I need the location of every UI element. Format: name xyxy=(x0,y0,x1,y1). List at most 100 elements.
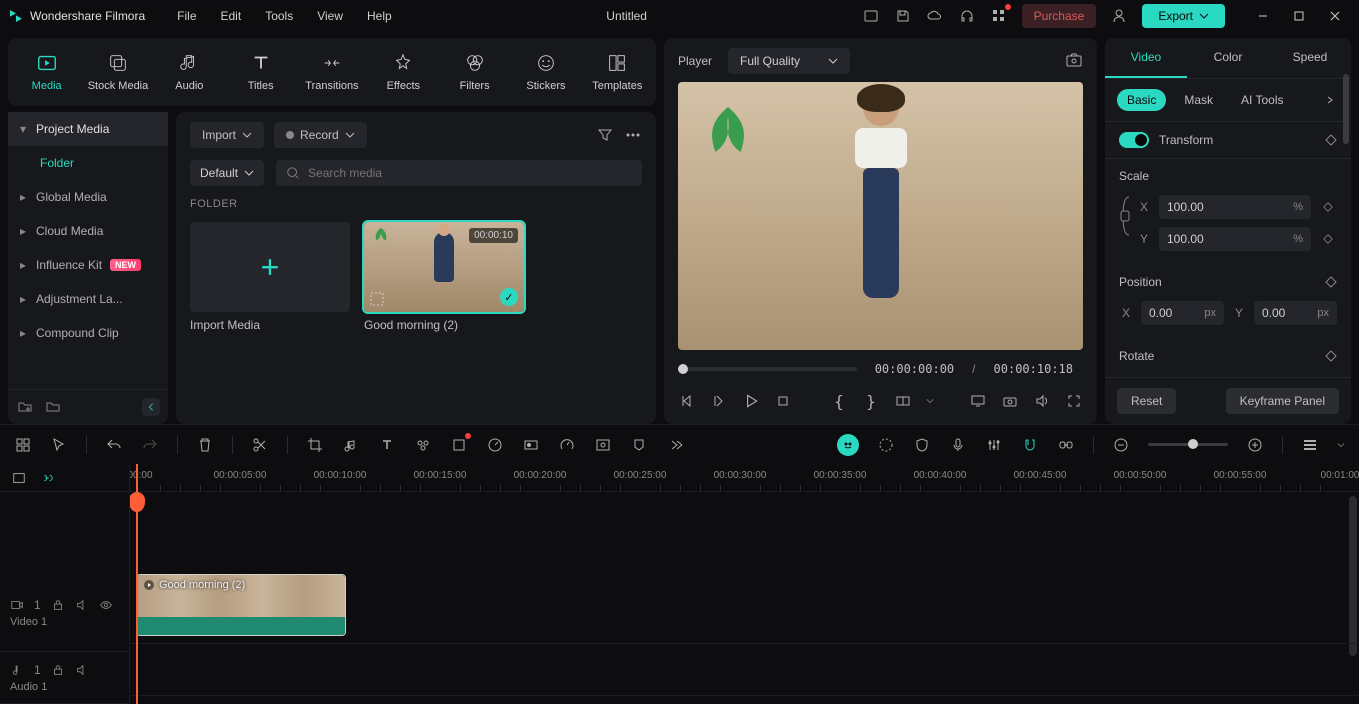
keyframe-diamond-icon[interactable] xyxy=(1325,134,1337,146)
sidebar-adjustment-layer[interactable]: ▸Adjustment La... xyxy=(8,282,168,316)
playhead[interactable] xyxy=(136,464,138,704)
keyframe-panel-button[interactable]: Keyframe Panel xyxy=(1226,388,1339,414)
position-x-input[interactable] xyxy=(1149,306,1200,320)
delete-icon[interactable] xyxy=(196,436,214,454)
more-tools-icon[interactable] xyxy=(666,436,684,454)
audio-track-header[interactable]: 1 Audio 1 xyxy=(0,652,129,704)
sidebar-compound-clip[interactable]: ▸Compound Clip xyxy=(8,316,168,350)
play-icon[interactable] xyxy=(742,392,760,410)
collapse-sidebar-icon[interactable] xyxy=(142,398,160,416)
more-icon[interactable] xyxy=(624,126,642,144)
subtab-mask[interactable]: Mask xyxy=(1174,89,1223,111)
snapshot-icon[interactable] xyxy=(1065,52,1083,70)
camera-icon[interactable] xyxy=(1001,392,1019,410)
new-folder-icon[interactable] xyxy=(16,398,34,416)
sidebar-project-media[interactable]: ▾Project Media xyxy=(8,112,168,146)
maximize-button[interactable] xyxy=(1283,2,1315,30)
tab-video[interactable]: Video xyxy=(1105,38,1187,78)
account-icon[interactable] xyxy=(1110,7,1128,25)
tab-speed[interactable]: Speed xyxy=(1269,38,1351,78)
inspector-scrollbar[interactable] xyxy=(1343,74,1349,144)
tab-stock-media[interactable]: Stock Media xyxy=(83,46,152,98)
undo-icon[interactable] xyxy=(105,436,123,454)
position-y-input[interactable] xyxy=(1262,306,1313,320)
track-size-icon[interactable] xyxy=(1301,436,1319,454)
speedometer-icon[interactable] xyxy=(558,436,576,454)
export-button[interactable]: Export xyxy=(1142,4,1225,28)
step-back-icon[interactable] xyxy=(710,392,728,410)
scale-x-input[interactable] xyxy=(1167,200,1289,214)
video-track-lane[interactable]: Good morning (2) xyxy=(130,566,1359,644)
subtabs-more-icon[interactable] xyxy=(1321,91,1339,109)
menu-tools[interactable]: Tools xyxy=(265,9,293,23)
position-x-input-wrap[interactable]: px xyxy=(1141,301,1224,325)
text-icon[interactable] xyxy=(378,436,396,454)
menu-view[interactable]: View xyxy=(317,9,343,23)
sort-dropdown[interactable]: Default xyxy=(190,160,264,186)
scale-y-input[interactable] xyxy=(1167,232,1289,246)
menu-help[interactable]: Help xyxy=(367,9,392,23)
tab-color[interactable]: Color xyxy=(1187,38,1269,78)
new-bin-icon[interactable] xyxy=(44,398,62,416)
tab-stickers[interactable]: Stickers xyxy=(511,46,580,98)
subtab-basic[interactable]: Basic xyxy=(1117,89,1166,111)
keyframe-diamond-icon[interactable] xyxy=(1319,198,1337,216)
sidebar-global-media[interactable]: ▸Global Media xyxy=(8,180,168,214)
lock-icon[interactable] xyxy=(51,663,65,677)
green-screen-icon[interactable] xyxy=(594,436,612,454)
tab-templates[interactable]: Templates xyxy=(583,46,652,98)
mark-in-icon[interactable]: { xyxy=(830,392,848,410)
render-icon[interactable] xyxy=(877,436,895,454)
shield-icon[interactable] xyxy=(913,436,931,454)
record-dropdown[interactable]: Record xyxy=(274,122,367,148)
track-link-icon[interactable] xyxy=(38,469,56,487)
video-track-header[interactable]: 1 Video 1 xyxy=(0,574,129,652)
mixer-icon[interactable] xyxy=(985,436,1003,454)
volume-icon[interactable] xyxy=(1033,392,1051,410)
mute-icon[interactable] xyxy=(75,663,89,677)
media-clip-thumb[interactable]: 00:00:10 ✓ xyxy=(364,222,524,312)
split-icon[interactable] xyxy=(251,436,269,454)
tab-audio[interactable]: Audio xyxy=(155,46,224,98)
import-media-card[interactable]: + Import Media xyxy=(190,222,350,332)
quality-dropdown[interactable]: Full Quality xyxy=(728,48,850,74)
track-options-icon[interactable] xyxy=(10,469,28,487)
preview-video[interactable] xyxy=(678,82,1083,350)
chevron-down-icon[interactable] xyxy=(926,397,934,405)
color-tag-icon[interactable] xyxy=(414,436,432,454)
cloud-icon[interactable] xyxy=(926,7,944,25)
keyframe-diamond-icon[interactable] xyxy=(1325,276,1337,288)
zoom-slider-handle[interactable] xyxy=(1188,439,1198,449)
purchase-button[interactable]: Purchase xyxy=(1022,4,1097,28)
keyframe-diamond-icon[interactable] xyxy=(1319,230,1337,248)
timeline-ruler[interactable]: 00:0000:00:05:0000:00:10:0000:00:15:0000… xyxy=(130,464,1359,492)
sidebar-cloud-media[interactable]: ▸Cloud Media xyxy=(8,214,168,248)
menu-file[interactable]: File xyxy=(177,9,196,23)
mic-icon[interactable] xyxy=(949,436,967,454)
audio-detach-icon[interactable] xyxy=(342,436,360,454)
magnetic-icon[interactable] xyxy=(1021,436,1039,454)
tab-media[interactable]: Media xyxy=(12,46,81,98)
keyframe-diamond-icon[interactable] xyxy=(1325,350,1337,362)
search-input[interactable] xyxy=(308,166,632,180)
import-media-thumb[interactable]: + xyxy=(190,222,350,312)
mute-icon[interactable] xyxy=(75,598,89,612)
grid-icon[interactable] xyxy=(14,436,32,454)
lock-icon[interactable] xyxy=(51,598,65,612)
fullscreen-icon[interactable] xyxy=(1065,392,1083,410)
layout-icon[interactable] xyxy=(862,7,880,25)
tab-filters[interactable]: Filters xyxy=(440,46,509,98)
sidebar-influence-kit[interactable]: ▸Influence KitNEW xyxy=(8,248,168,282)
color-correction-icon[interactable] xyxy=(522,436,540,454)
reset-button[interactable]: Reset xyxy=(1117,388,1176,414)
prev-frame-icon[interactable] xyxy=(678,392,696,410)
zoom-in-icon[interactable] xyxy=(1246,436,1264,454)
ratio-icon[interactable] xyxy=(894,392,912,410)
scale-y-input-wrap[interactable]: % xyxy=(1159,227,1311,251)
timeline-tracks[interactable]: 00:0000:00:05:0000:00:10:0000:00:15:0000… xyxy=(130,464,1359,704)
crop-icon[interactable] xyxy=(306,436,324,454)
filter-icon[interactable] xyxy=(596,126,614,144)
redo-icon[interactable] xyxy=(141,436,159,454)
eye-icon[interactable] xyxy=(99,598,113,612)
timeline-clip[interactable]: Good morning (2) xyxy=(136,574,346,636)
